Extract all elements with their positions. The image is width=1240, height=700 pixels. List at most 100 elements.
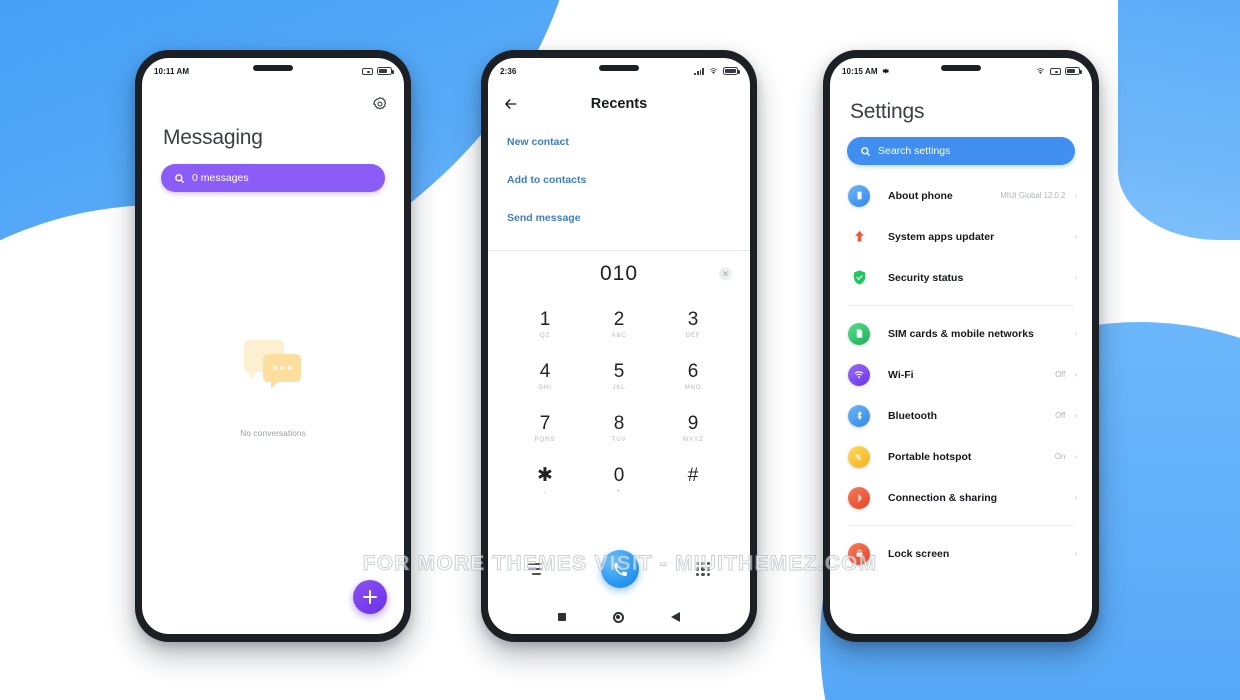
search-icon xyxy=(861,146,871,156)
keypad-grid-icon[interactable] xyxy=(696,562,710,576)
battery-fill xyxy=(725,69,737,73)
settings-item-security-status[interactable]: Security status › xyxy=(830,257,1092,298)
square-icon[interactable] xyxy=(557,613,566,621)
dialpad-key-3[interactable]: 3 DEF xyxy=(656,301,730,349)
battery-fill xyxy=(379,69,388,73)
key-digit: 5 xyxy=(613,361,625,383)
phone-mockup-settings: 10:15 AM Settings Search settings About … xyxy=(823,50,1099,642)
send-message-link[interactable]: Send message xyxy=(507,212,731,224)
dialer-screen: 2:36 Recents New contact Add to contacts… xyxy=(488,58,750,634)
dialpad-key-7[interactable]: 7 PQRS xyxy=(508,405,582,453)
settings-item-system-apps-updater[interactable]: System apps updater › xyxy=(830,216,1092,257)
chevron-right-icon: › xyxy=(1074,190,1077,200)
key-digit: 2 xyxy=(613,309,625,331)
phone-mockup-messaging: 10:11 AM Messaging 0 messages No convers… xyxy=(135,50,411,642)
wifi-icon xyxy=(709,68,718,74)
settings-item-label: Security status xyxy=(888,271,964,284)
list-separator xyxy=(848,525,1074,526)
settings-item-sim-cards[interactable]: SIM cards & mobile networks › xyxy=(830,313,1092,354)
gear-icon[interactable] xyxy=(372,96,388,112)
background-shape-top-right xyxy=(1118,0,1240,240)
settings-item-connection-sharing[interactable]: Connection & sharing › xyxy=(830,477,1092,518)
empty-state: No conversations xyxy=(142,340,404,438)
dialer-status-time: 2:36 xyxy=(500,66,517,76)
settings-item-value: Off xyxy=(1055,411,1066,420)
settings-item-label: Wi-Fi xyxy=(888,368,914,381)
call-button[interactable] xyxy=(601,550,639,588)
search-icon xyxy=(175,173,185,183)
search-placeholder-label: Search settings xyxy=(878,145,951,157)
settings-item-wifi[interactable]: Wi-Fi Off › xyxy=(830,354,1092,395)
search-placeholder-label: 0 messages xyxy=(192,172,249,184)
messaging-status-time: 10:11 AM xyxy=(154,66,190,76)
key-digit: 1 xyxy=(539,309,551,331)
dialpad-key-hash[interactable]: # xyxy=(656,457,730,505)
dialpad-key-6[interactable]: 6 MNO xyxy=(656,353,730,401)
key-letters: TUV xyxy=(611,435,627,443)
dialpad-key-9[interactable]: 9 WXYZ xyxy=(656,405,730,453)
battery-icon xyxy=(723,67,740,75)
battery-fill xyxy=(1067,69,1076,73)
chat-bubbles-icon xyxy=(242,340,304,392)
sim-card-icon xyxy=(848,322,870,345)
key-letters: + xyxy=(616,487,622,495)
settings-item-label: Connection & sharing xyxy=(888,491,998,504)
battery-icon xyxy=(1065,67,1082,75)
triangle-back-icon[interactable] xyxy=(671,612,681,622)
chevron-right-icon: › xyxy=(1074,369,1077,379)
settings-item-portable-hotspot[interactable]: Portable hotspot On › xyxy=(830,436,1092,477)
page-title: Settings xyxy=(850,100,925,123)
key-digit: 0 xyxy=(613,465,625,487)
settings-item-about-phone[interactable]: About phone MIUI Global 12.0.2 › xyxy=(830,175,1092,216)
settings-item-label: System apps updater xyxy=(888,230,995,243)
signal-icon xyxy=(694,67,704,75)
key-letters: QZ xyxy=(539,331,551,339)
arrow-up-icon xyxy=(848,226,870,248)
key-digit: 3 xyxy=(687,309,699,331)
settings-item-value: On xyxy=(1054,452,1066,461)
dialpad-key-0[interactable]: 0 + xyxy=(582,457,656,505)
messaging-screen: 10:11 AM Messaging 0 messages No convers… xyxy=(142,58,404,634)
phone-mockup-dialer: 2:36 Recents New contact Add to contacts… xyxy=(481,50,757,642)
key-digit: 6 xyxy=(687,361,699,383)
chevron-right-icon: › xyxy=(1074,548,1077,558)
search-input[interactable]: Search settings xyxy=(847,137,1075,165)
silent-mode-icon xyxy=(362,67,373,75)
dialer-status-bar: 2:36 xyxy=(488,58,750,84)
settings-item-label: Bluetooth xyxy=(888,409,937,422)
key-letters: , xyxy=(543,487,547,495)
key-digit: ✱ xyxy=(537,465,553,487)
phone-info-icon xyxy=(848,184,870,207)
key-letters: DEF xyxy=(685,331,701,339)
chevron-right-icon: › xyxy=(1074,328,1077,338)
new-message-fab[interactable] xyxy=(353,580,387,614)
bluetooth-icon xyxy=(848,404,870,427)
clear-circle-icon[interactable]: ✕ xyxy=(719,267,732,281)
dialpad-key-star[interactable]: ✱, xyxy=(508,457,582,505)
settings-item-label: About phone xyxy=(888,189,953,202)
shield-check-icon xyxy=(848,267,870,289)
new-contact-link[interactable]: New contact xyxy=(507,136,731,148)
menu-list-icon[interactable] xyxy=(528,563,544,575)
settings-item-lock-screen[interactable]: Lock screen › xyxy=(830,533,1092,574)
add-to-contacts-link[interactable]: Add to contacts xyxy=(507,174,731,186)
settings-item-bluetooth[interactable]: Bluetooth Off › xyxy=(830,395,1092,436)
settings-status-bar: 10:15 AM xyxy=(830,58,1092,84)
dialed-number: 010 xyxy=(599,262,639,285)
page-title: Messaging xyxy=(163,126,263,149)
dialpad-key-5[interactable]: 5 JKL xyxy=(582,353,656,401)
page-title: Recents xyxy=(590,96,648,112)
dialpad-key-2[interactable]: 2 ABC xyxy=(582,301,656,349)
key-digit: 9 xyxy=(687,413,699,435)
dialer-action-links: New contact Add to contacts Send message xyxy=(488,124,750,224)
connection-share-icon xyxy=(848,486,870,509)
dialpad-key-4[interactable]: 4 GHI xyxy=(508,353,582,401)
key-digit: 4 xyxy=(539,361,551,383)
screenshot-stage: 10:11 AM Messaging 0 messages No convers… xyxy=(0,0,1240,700)
search-input[interactable]: 0 messages xyxy=(161,164,385,192)
circle-home-icon[interactable] xyxy=(612,611,624,623)
dialpad-key-8[interactable]: 8 TUV xyxy=(582,405,656,453)
settings-screen: 10:15 AM Settings Search settings About … xyxy=(830,58,1092,634)
dialpad-key-1[interactable]: 1 QZ xyxy=(508,301,582,349)
settings-list: About phone MIUI Global 12.0.2 › System … xyxy=(830,175,1092,574)
